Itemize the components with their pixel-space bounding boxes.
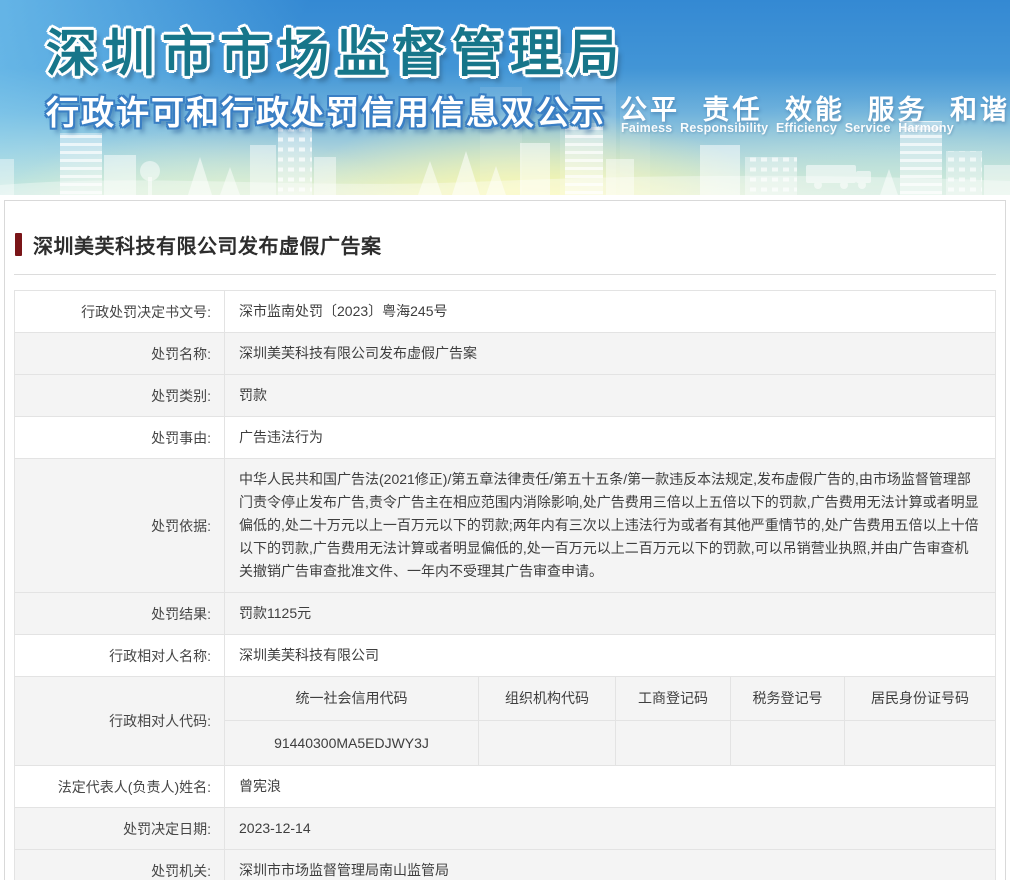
site-title: 深圳市市场监督管理局 (46, 25, 627, 82)
row-label: 行政相对人代码: (15, 677, 225, 765)
table-row-penalty-result: 处罚结果: 罚款1125元 (15, 593, 995, 635)
table-row-penalty-reason: 处罚事由: 广告违法行为 (15, 417, 995, 459)
penalty-table: 行政处罚决定书文号: 深市监南处罚〔2023〕粤海245号 处罚名称: 深圳美芙… (14, 290, 996, 880)
codes-value-id-number (844, 721, 995, 765)
case-title-block: 深圳美芙科技有限公司发布虚假广告案 (15, 230, 996, 259)
row-label: 处罚依据: (15, 459, 225, 592)
banner: 深圳市市场监督管理局 行政许可和行政处罚信用信息双公示 公平 责任 效能 服务 … (0, 0, 1010, 195)
row-label: 处罚结果: (15, 593, 225, 634)
table-row-penalty-category: 处罚类别: 罚款 (15, 375, 995, 417)
row-value: 广告违法行为 (239, 429, 323, 445)
title-divider (14, 274, 996, 275)
codes-subtable: 统一社会信用代码 组织机构代码 工商登记码 税务登记号 居民身份证号码 9144… (225, 677, 995, 765)
page: 深圳市市场监督管理局 行政许可和行政处罚信用信息双公示 公平 责任 效能 服务 … (0, 0, 1010, 880)
table-row-legal-representative: 法定代表人(负责人)姓名: 曾宪浪 (15, 766, 995, 808)
row-value: 深圳美芙科技有限公司发布虚假广告案 (239, 345, 477, 361)
row-value: 曾宪浪 (239, 778, 281, 794)
row-label: 行政相对人名称: (15, 635, 225, 676)
table-row-party-codes: 行政相对人代码: 统一社会信用代码 组织机构代码 工商登记码 税务登记号 居民身… (15, 677, 995, 766)
row-label: 法定代表人(负责人)姓名: (15, 766, 225, 807)
table-row-party-name: 行政相对人名称: 深圳美芙科技有限公司 (15, 635, 995, 677)
codes-header-credit-code: 统一社会信用代码 (225, 677, 478, 721)
content-panel: 深圳美芙科技有限公司发布虚假广告案 行政处罚决定书文号: 深市监南处罚〔2023… (4, 200, 1006, 880)
case-title: 深圳美芙科技有限公司发布虚假广告案 (33, 236, 382, 258)
codes-header-id-number: 居民身份证号码 (844, 677, 995, 721)
title-marker-bar (15, 233, 22, 256)
codes-value-org-code (478, 721, 615, 765)
codes-value-tax-reg (730, 721, 844, 765)
table-row-penalty-authority: 处罚机关: 深圳市市场监督管理局南山监管局 (15, 850, 995, 880)
row-value: 罚款1125元 (239, 605, 312, 621)
row-label: 处罚事由: (15, 417, 225, 458)
codes-value-business-reg (615, 721, 730, 765)
banner-subtitle: 行政许可和行政处罚信用信息双公示 (46, 94, 606, 131)
table-row-decision-date: 处罚决定日期: 2023-12-14 (15, 808, 995, 850)
row-value: 深市监南处罚〔2023〕粤海245号 (239, 303, 448, 319)
codes-value-credit-code: 91440300MA5EDJWY3J (274, 734, 429, 751)
codes-header-business-reg: 工商登记码 (615, 677, 730, 721)
table-row-penalty-basis: 处罚依据: 中华人民共和国广告法(2021修正)/第五章法律责任/第五十五条/第… (15, 459, 995, 593)
codes-header-org-code: 组织机构代码 (478, 677, 615, 721)
slogan-english: Faimess Responsibility Efficiency Servic… (621, 121, 954, 135)
row-label: 处罚名称: (15, 333, 225, 374)
row-value: 深圳美芙科技有限公司 (239, 647, 379, 663)
row-value: 深圳市市场监督管理局南山监管局 (239, 862, 449, 878)
row-label: 行政处罚决定书文号: (15, 291, 225, 332)
row-label: 处罚机关: (15, 850, 225, 880)
row-value: 中华人民共和国广告法(2021修正)/第五章法律责任/第五十五条/第一款违反本法… (239, 471, 979, 579)
table-row-decision-number: 行政处罚决定书文号: 深市监南处罚〔2023〕粤海245号 (15, 291, 995, 333)
row-label: 处罚决定日期: (15, 808, 225, 849)
row-value: 罚款 (239, 387, 267, 403)
codes-header-tax-reg: 税务登记号 (730, 677, 844, 721)
row-label: 处罚类别: (15, 375, 225, 416)
table-row-penalty-name: 处罚名称: 深圳美芙科技有限公司发布虚假广告案 (15, 333, 995, 375)
row-value: 2023-12-14 (239, 820, 311, 836)
